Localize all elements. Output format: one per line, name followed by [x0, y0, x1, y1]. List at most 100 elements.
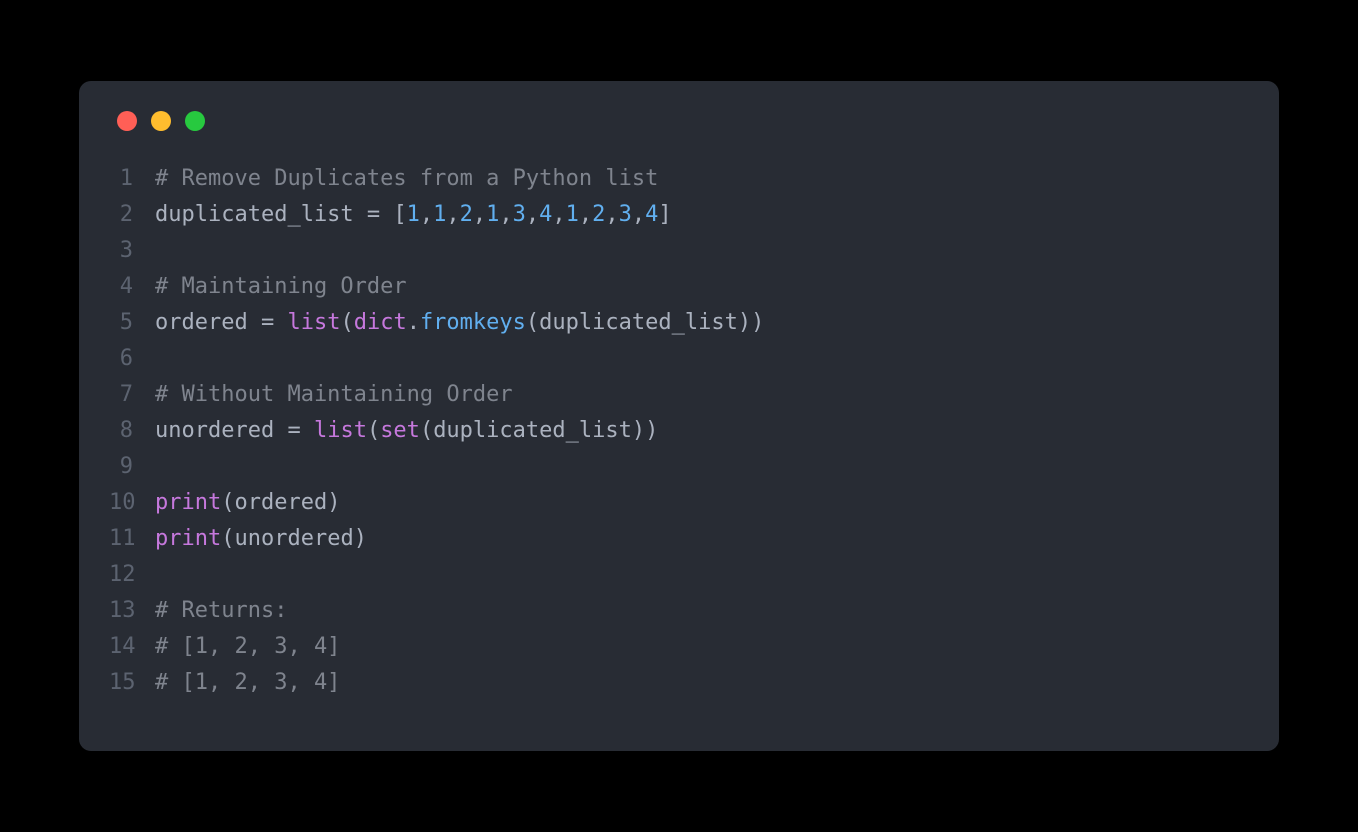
code-token: (	[221, 490, 234, 515]
code-token: (	[420, 418, 433, 443]
code-token: ,	[420, 202, 433, 227]
code-editor[interactable]: 1# Remove Duplicates from a Python list2…	[109, 161, 1249, 701]
line-number: 9	[109, 449, 155, 485]
code-token: ]	[658, 202, 671, 227]
code-line[interactable]: 7# Without Maintaining Order	[109, 377, 1249, 413]
code-token: # Returns:	[155, 598, 287, 623]
code-line[interactable]: 4# Maintaining Order	[109, 269, 1249, 305]
code-token: 1	[486, 202, 499, 227]
code-token: 1	[433, 202, 446, 227]
line-content[interactable]: # Remove Duplicates from a Python list	[155, 161, 658, 197]
code-line[interactable]: 10print(ordered)	[109, 485, 1249, 521]
code-token: ordered	[155, 310, 261, 335]
code-token: 1	[407, 202, 420, 227]
code-token: duplicated_list	[433, 418, 632, 443]
line-number: 8	[109, 413, 155, 449]
code-token: 3	[619, 202, 632, 227]
line-content[interactable]: print(unordered)	[155, 521, 367, 557]
line-number: 3	[109, 233, 155, 269]
code-token: # [1, 2, 3, 4]	[155, 670, 340, 695]
code-token: dict	[354, 310, 407, 335]
line-content[interactable]: # [1, 2, 3, 4]	[155, 629, 340, 665]
code-token: ,	[473, 202, 486, 227]
line-number: 11	[109, 521, 155, 557]
code-token: print	[155, 526, 221, 551]
line-number: 6	[109, 341, 155, 377]
line-number: 10	[109, 485, 155, 521]
code-token: 3	[513, 202, 526, 227]
code-token: ordered	[234, 490, 327, 515]
code-line[interactable]: 2duplicated_list = [1,1,2,1,3,4,1,2,3,4]	[109, 197, 1249, 233]
code-token: # Without Maintaining Order	[155, 382, 513, 407]
line-content[interactable]: # Without Maintaining Order	[155, 377, 513, 413]
code-line[interactable]: 6	[109, 341, 1249, 377]
code-token: =	[261, 310, 288, 335]
code-token: ))	[632, 418, 659, 443]
code-token: # Maintaining Order	[155, 274, 407, 299]
line-content[interactable]	[155, 557, 168, 593]
line-number: 7	[109, 377, 155, 413]
code-token: )	[327, 490, 340, 515]
code-token: )	[354, 526, 367, 551]
code-token: (	[340, 310, 353, 335]
code-line[interactable]: 11print(unordered)	[109, 521, 1249, 557]
window-traffic-lights	[109, 111, 1249, 131]
line-number: 14	[109, 629, 155, 665]
minimize-icon[interactable]	[151, 111, 171, 131]
code-line[interactable]: 8unordered = list(set(duplicated_list))	[109, 413, 1249, 449]
code-token: list	[287, 310, 340, 335]
line-number: 13	[109, 593, 155, 629]
code-token: ,	[499, 202, 512, 227]
line-number: 12	[109, 557, 155, 593]
code-line[interactable]: 5ordered = list(dict.fromkeys(duplicated…	[109, 305, 1249, 341]
line-content[interactable]: # [1, 2, 3, 4]	[155, 665, 340, 701]
line-content[interactable]: # Maintaining Order	[155, 269, 407, 305]
code-token: ,	[526, 202, 539, 227]
code-token: .	[407, 310, 420, 335]
code-token: 4	[645, 202, 658, 227]
code-line[interactable]: 13# Returns:	[109, 593, 1249, 629]
code-line[interactable]: 14# [1, 2, 3, 4]	[109, 629, 1249, 665]
line-content[interactable]	[155, 233, 168, 269]
line-number: 5	[109, 305, 155, 341]
code-line[interactable]: 3	[109, 233, 1249, 269]
code-token: duplicated_list	[539, 310, 738, 335]
code-token: set	[380, 418, 420, 443]
code-token: (	[221, 526, 234, 551]
code-token: # Remove Duplicates from a Python list	[155, 166, 658, 191]
code-token: ,	[446, 202, 459, 227]
code-token: unordered	[234, 526, 353, 551]
line-number: 4	[109, 269, 155, 305]
code-line[interactable]: 15# [1, 2, 3, 4]	[109, 665, 1249, 701]
code-token: ,	[552, 202, 565, 227]
code-token: =	[367, 202, 394, 227]
line-content[interactable]: ordered = list(dict.fromkeys(duplicated_…	[155, 305, 764, 341]
code-token: (	[526, 310, 539, 335]
code-token: ,	[579, 202, 592, 227]
line-content[interactable]: print(ordered)	[155, 485, 340, 521]
code-token: [	[393, 202, 406, 227]
code-token: (	[367, 418, 380, 443]
code-token: # [1, 2, 3, 4]	[155, 634, 340, 659]
code-token: ,	[632, 202, 645, 227]
code-token: fromkeys	[420, 310, 526, 335]
line-content[interactable]: duplicated_list = [1,1,2,1,3,4,1,2,3,4]	[155, 197, 672, 233]
code-token: ,	[605, 202, 618, 227]
line-number: 15	[109, 665, 155, 701]
maximize-icon[interactable]	[185, 111, 205, 131]
line-number: 2	[109, 197, 155, 233]
code-window: 1# Remove Duplicates from a Python list2…	[79, 81, 1279, 751]
code-line[interactable]: 1# Remove Duplicates from a Python list	[109, 161, 1249, 197]
line-content[interactable]: unordered = list(set(duplicated_list))	[155, 413, 658, 449]
code-token: ))	[738, 310, 765, 335]
code-token: unordered	[155, 418, 287, 443]
line-content[interactable]	[155, 341, 168, 377]
code-line[interactable]: 9	[109, 449, 1249, 485]
line-content[interactable]: # Returns:	[155, 593, 287, 629]
code-token: 2	[592, 202, 605, 227]
code-line[interactable]: 12	[109, 557, 1249, 593]
line-content[interactable]	[155, 449, 168, 485]
code-token: print	[155, 490, 221, 515]
close-icon[interactable]	[117, 111, 137, 131]
code-token: duplicated_list	[155, 202, 367, 227]
